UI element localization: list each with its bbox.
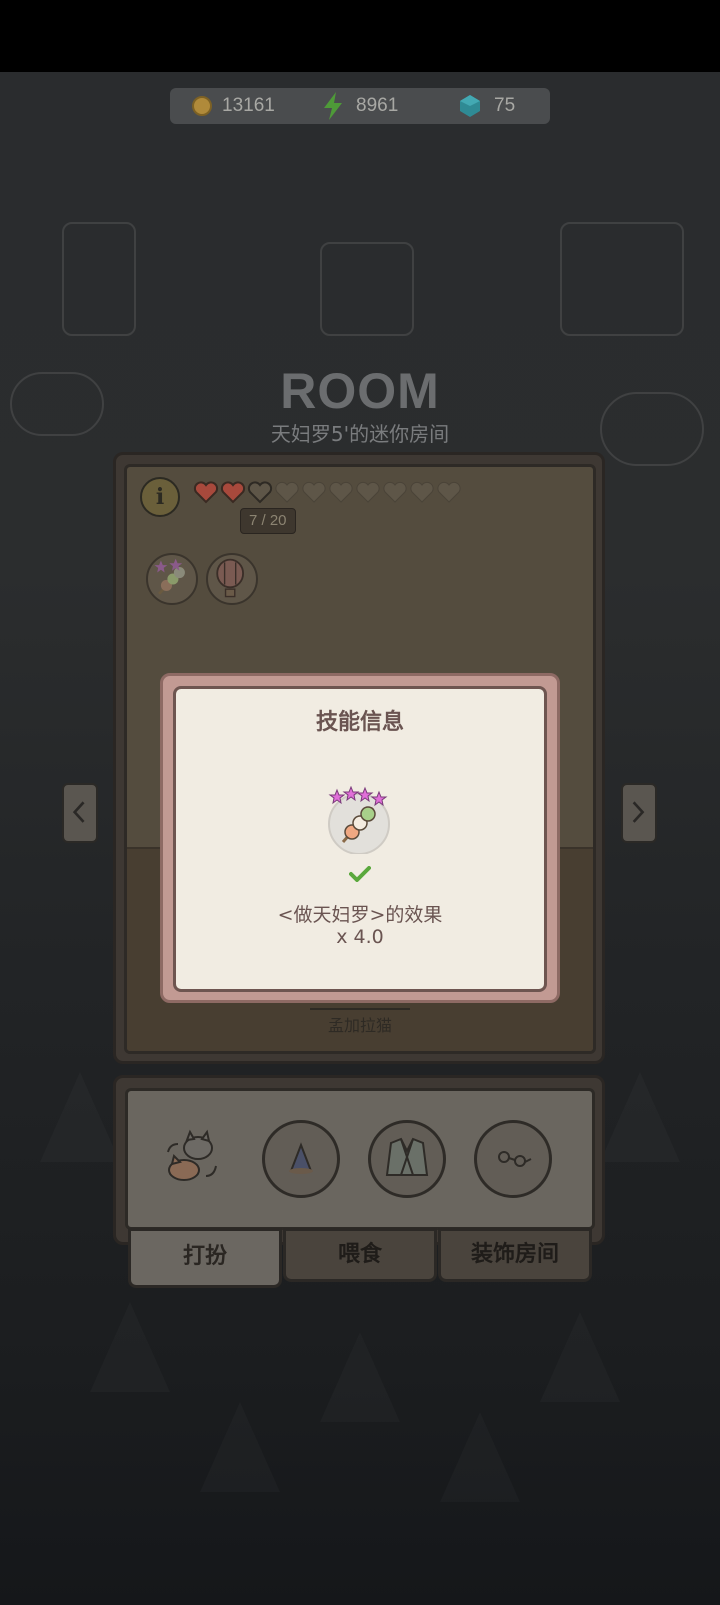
heart-filled-icon <box>193 481 219 504</box>
tab-dress-up[interactable]: 打扮 <box>128 1228 282 1288</box>
check-icon <box>349 866 371 882</box>
background-tree <box>90 1302 170 1392</box>
hat-slot-button[interactable] <box>262 1120 340 1198</box>
accessory-slot-button[interactable] <box>474 1120 552 1198</box>
coin-counter[interactable]: 13161 <box>192 88 275 124</box>
chevron-left-icon <box>72 801 85 823</box>
heart-count: 7 / 20 <box>240 508 296 534</box>
skill-slot-balloon[interactable] <box>206 553 258 605</box>
skill-multiplier-text: x 4.0 <box>336 926 384 948</box>
affection-hearts <box>193 480 463 504</box>
gem-icon <box>460 95 480 117</box>
heart-empty-icon <box>247 481 273 504</box>
heart-empty-icon <box>302 481 326 503</box>
clothing-icon <box>385 1137 429 1176</box>
cat-shuffle-icon <box>167 1129 217 1181</box>
heart-empty-icon <box>410 481 434 503</box>
background-tree <box>320 1332 400 1422</box>
room-title: ROOM <box>280 363 440 419</box>
heart-empty-icon <box>329 481 353 503</box>
popup-title: 技能信息 <box>315 710 404 735</box>
party-hat-icon <box>289 1142 313 1174</box>
previous-room-button[interactable] <box>62 783 98 843</box>
coin-amount: 13161 <box>222 95 275 116</box>
background-doodle <box>320 242 414 336</box>
skill-icon <box>325 785 393 855</box>
background-tree <box>600 1072 680 1162</box>
heart-empty-icon <box>437 481 461 503</box>
status-bar <box>0 0 720 72</box>
lightning-bolt-icon <box>324 92 342 120</box>
outfit-slot-button[interactable] <box>368 1120 446 1198</box>
info-icon: i <box>155 484 165 510</box>
background-tree <box>40 1072 120 1162</box>
tab-feed[interactable]: 喂食 <box>283 1228 437 1282</box>
hot-air-balloon-icon <box>216 558 244 598</box>
random-outfit-button[interactable] <box>160 1126 224 1190</box>
next-room-button[interactable] <box>621 783 657 843</box>
energy-counter[interactable]: 8961 <box>322 88 398 124</box>
heart-empty-icon <box>356 481 380 503</box>
gem-counter[interactable]: 75 <box>460 88 515 124</box>
background-doodle <box>560 222 684 336</box>
tab-decorate-room[interactable]: 装饰房间 <box>438 1228 592 1282</box>
background-tree <box>440 1412 520 1502</box>
background-tree <box>540 1312 620 1402</box>
skewer-skill-icon <box>328 785 390 855</box>
skewer-skill-icon <box>154 558 185 595</box>
resource-bar: 13161 8961 75 <box>170 88 550 124</box>
background-tree <box>200 1402 280 1492</box>
glasses-icon <box>498 1151 532 1167</box>
heart-empty-icon <box>383 481 407 503</box>
coin-icon <box>192 96 212 116</box>
heart-empty-icon <box>275 481 299 503</box>
heart-filled-icon <box>220 481 246 504</box>
background-doodle <box>62 222 136 336</box>
info-button[interactable]: i <box>140 477 180 517</box>
energy-amount: 8961 <box>356 95 399 116</box>
chevron-right-icon <box>632 801 645 823</box>
skill-slot-skewer[interactable] <box>146 553 198 605</box>
cat-name[interactable]: 孟加拉猫 <box>310 1008 410 1036</box>
gem-amount: 75 <box>494 95 516 116</box>
skill-effect-text: <做天妇罗>的效果 <box>277 904 443 926</box>
room-subtitle: 天妇罗5'的迷你房间 <box>270 422 450 446</box>
